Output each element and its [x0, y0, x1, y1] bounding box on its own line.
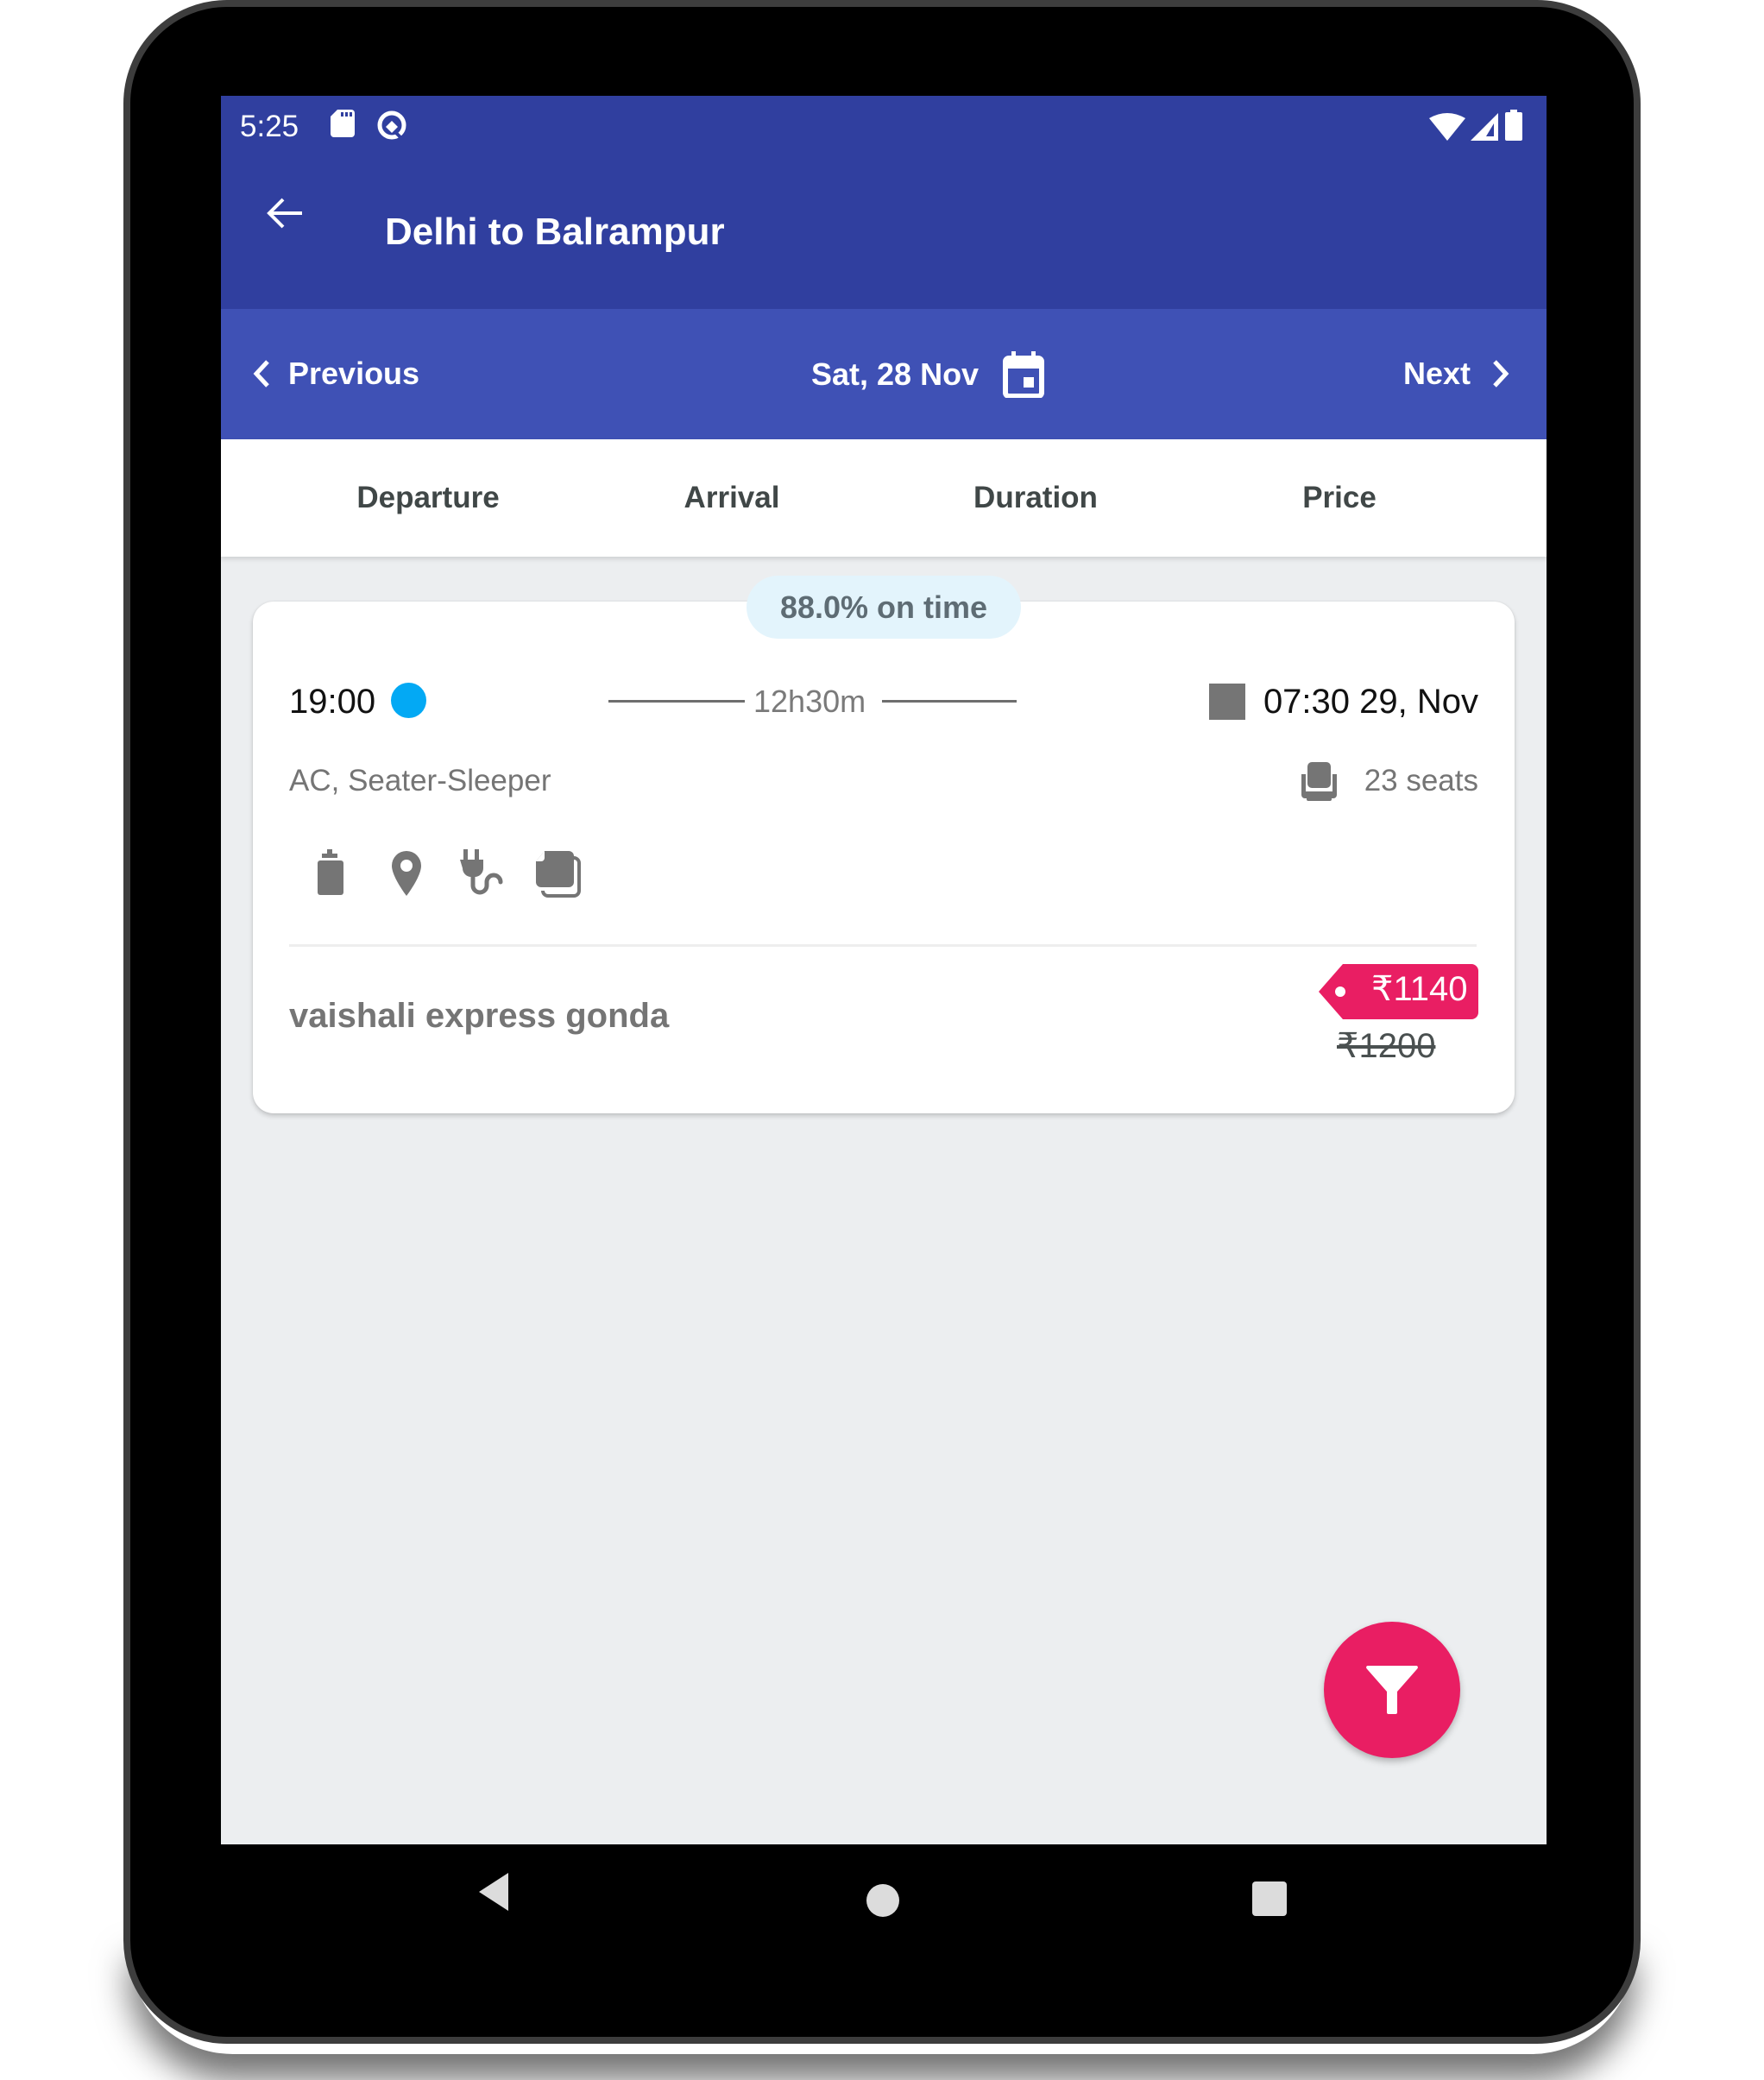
- chevron-left-icon: [253, 360, 269, 388]
- sort-tab-duration[interactable]: Duration: [884, 439, 1188, 557]
- arrival-square-icon: [1209, 684, 1245, 720]
- previous-day-button[interactable]: Previous: [252, 356, 419, 392]
- battery-icon: [1505, 110, 1522, 145]
- system-home-button[interactable]: [866, 1883, 900, 1922]
- date-picker-button[interactable]: Sat, 28 Nov: [811, 351, 1045, 398]
- water-bottle-icon: [306, 849, 355, 898]
- bus-result-card[interactable]: 19:00 12h30m 07:30 29, Nov AC, Seater-Sl…: [253, 602, 1515, 1113]
- next-label: Next: [1402, 356, 1471, 391]
- page-title: Delhi to Balrampur: [385, 211, 725, 253]
- next-day-button[interactable]: Next: [1403, 356, 1510, 392]
- departure-time: 19:00: [289, 683, 376, 721]
- status-time: 5:25: [240, 110, 299, 143]
- arrival-time: 07:30 29, Nov: [1263, 683, 1478, 721]
- calendar-icon: [1003, 351, 1045, 398]
- filter-button[interactable]: [1324, 1622, 1460, 1758]
- on-time-badge: 88.0% on time: [747, 576, 1021, 639]
- app-bar: 5:25 Delhi to Balrampur: [221, 96, 1547, 309]
- sd-card-icon: [331, 110, 355, 142]
- original-price: ₹1200: [1337, 1027, 1436, 1065]
- filter-icon: [1366, 1666, 1418, 1714]
- screen: 5:25 Delhi to Balrampur Previous Sat, 28…: [221, 96, 1547, 1844]
- selected-date: Sat, 28 Nov: [811, 356, 980, 392]
- sort-tab-arrival[interactable]: Arrival: [580, 439, 884, 557]
- signal-icon: [1471, 113, 1498, 145]
- sort-tab-price[interactable]: Price: [1188, 439, 1491, 557]
- location-pin-icon: [382, 849, 431, 898]
- seat-icon: [1300, 762, 1339, 802]
- sort-tabs: Departure Arrival Duration Price: [221, 439, 1547, 557]
- departure-dot-icon: [391, 683, 426, 718]
- duration-line-left: [608, 700, 745, 703]
- sort-tab-departure[interactable]: Departure: [276, 439, 580, 557]
- nav-home-icon: [866, 1884, 899, 1917]
- blanket-icon: [532, 849, 581, 898]
- seats-available: 23 seats: [1364, 764, 1478, 797]
- operator-name: vaishali express gonda: [289, 997, 670, 1035]
- discounted-price: ₹1140: [1371, 970, 1468, 1008]
- system-recents-button[interactable]: [1252, 1881, 1287, 1920]
- nav-back-icon: [479, 1873, 508, 1911]
- previous-label: Previous: [288, 356, 420, 391]
- card-divider: [289, 944, 1477, 947]
- charging-plug-icon: [458, 849, 507, 898]
- q-notification-icon: [376, 110, 407, 145]
- duration-line-right: [882, 700, 1017, 703]
- chevron-right-icon: [1493, 360, 1509, 388]
- back-arrow-icon[interactable]: [264, 192, 306, 234]
- duration: 12h30m: [753, 684, 866, 719]
- date-navigation-bar: Previous Sat, 28 Nov Next: [221, 309, 1547, 439]
- bus-type: AC, Seater-Sleeper: [289, 764, 551, 797]
- wifi-icon: [1429, 113, 1465, 145]
- nav-recents-icon: [1252, 1881, 1287, 1916]
- system-back-button[interactable]: [477, 1873, 512, 1915]
